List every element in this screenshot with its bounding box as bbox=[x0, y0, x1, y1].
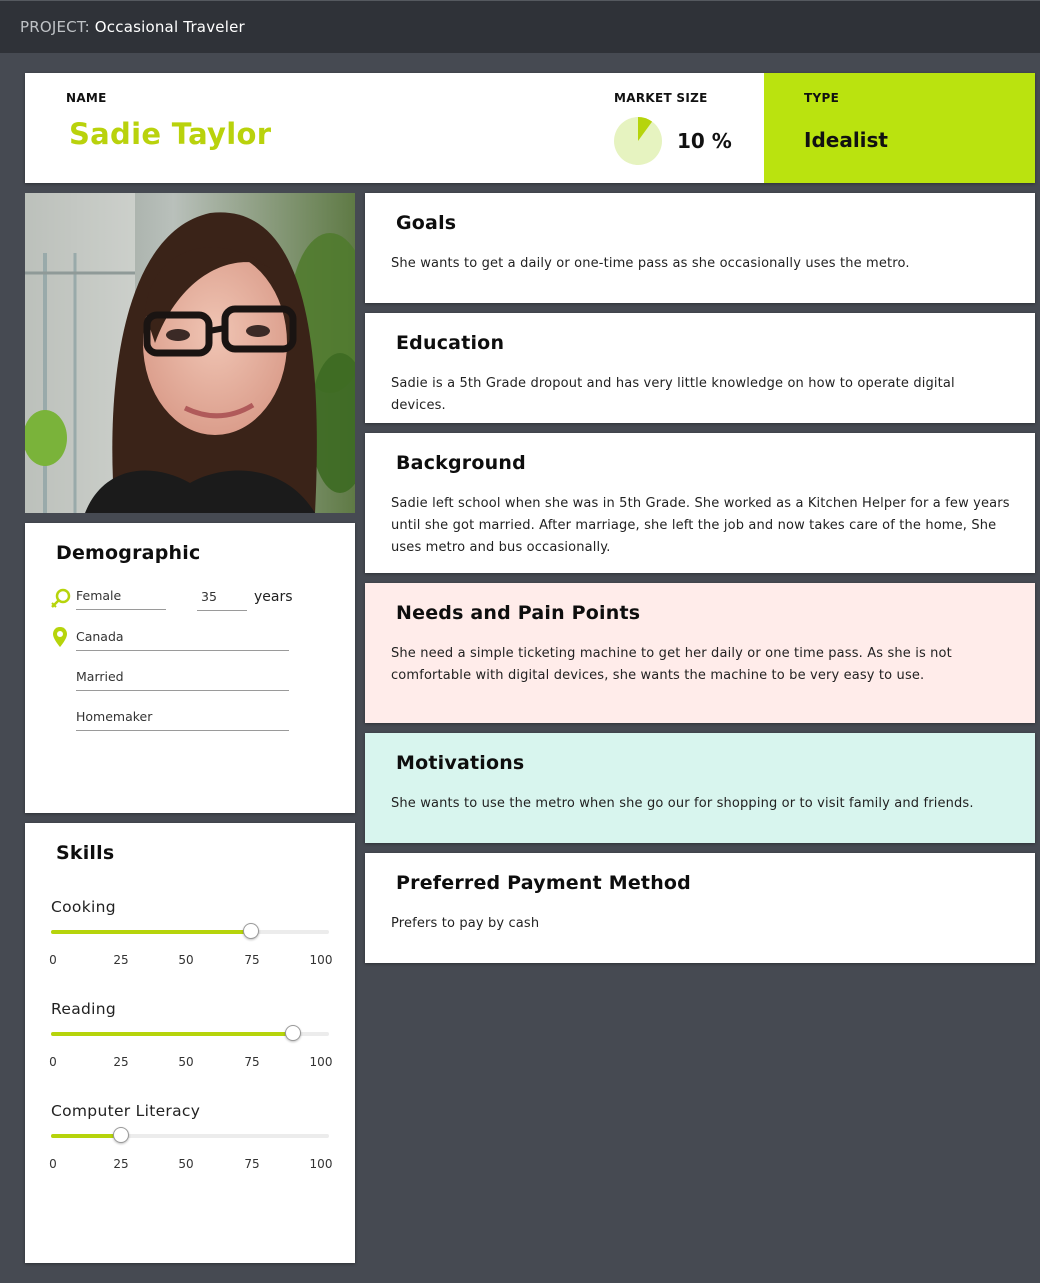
skill-scale-tick: 50 bbox=[178, 1157, 194, 1171]
background-card: Background Sadie left school when she wa… bbox=[365, 433, 1035, 573]
needs-card: Needs and Pain Points She need a simple … bbox=[365, 583, 1035, 723]
skill-label: Computer Literacy bbox=[51, 1102, 201, 1120]
education-text: Sadie is a 5th Grade dropout and has ver… bbox=[391, 376, 955, 413]
skill-slider-fill bbox=[51, 1134, 121, 1138]
skill-label: Reading bbox=[51, 1000, 117, 1018]
skill-slider[interactable] bbox=[51, 1025, 329, 1041]
skill-slider-handle[interactable] bbox=[112, 1127, 129, 1143]
skills-title: Skills bbox=[56, 842, 115, 864]
goals-title: Goals bbox=[396, 212, 457, 234]
project-name: Occasional Traveler bbox=[94, 18, 245, 36]
gender-field[interactable]: Female bbox=[76, 588, 166, 610]
education-card: Education Sadie is a 5th Grade dropout a… bbox=[365, 313, 1035, 423]
payment-title: Preferred Payment Method bbox=[396, 872, 691, 894]
skill-slider-handle[interactable] bbox=[243, 923, 260, 939]
skills-card: Skills Cooking 0 25 50 75 100 Reading 0 25 50 75 10… bbox=[25, 823, 355, 1263]
type-label: TYPE bbox=[804, 91, 840, 105]
skill-scale-tick: 0 bbox=[49, 1055, 57, 1069]
market-size-label: MARKET SIZE bbox=[614, 91, 708, 105]
skill-slider-fill bbox=[51, 930, 252, 934]
map-pin-icon bbox=[52, 626, 68, 652]
needs-title: Needs and Pain Points bbox=[396, 602, 641, 624]
motivations-text: She wants to use the metro when she go o… bbox=[391, 796, 974, 811]
female-male-icon bbox=[50, 588, 72, 614]
payment-text: Prefers to pay by cash bbox=[391, 916, 540, 931]
project-title: PROJECT: Occasional Traveler bbox=[20, 18, 245, 36]
marital-status-field[interactable]: Married bbox=[76, 669, 289, 691]
background-title: Background bbox=[396, 452, 526, 474]
skill-scale-tick: 75 bbox=[244, 1157, 260, 1171]
persona-header-card: NAME Sadie Taylor MARKET SIZE 10 % TYPE … bbox=[25, 73, 1035, 183]
location-field[interactable]: Canada bbox=[76, 629, 289, 651]
skill-slider-handle[interactable] bbox=[284, 1025, 301, 1041]
skill-scale-tick: 100 bbox=[309, 1157, 333, 1171]
education-title: Education bbox=[396, 332, 505, 354]
goals-card: Goals She wants to get a daily or one-ti… bbox=[365, 193, 1035, 303]
skill-scale-tick: 25 bbox=[113, 1055, 129, 1069]
demographic-title: Demographic bbox=[56, 542, 201, 564]
skill-scale-tick: 50 bbox=[178, 1055, 194, 1069]
name-label: NAME bbox=[66, 91, 107, 105]
persona-photo bbox=[25, 193, 355, 513]
skill-scale-tick: 75 bbox=[244, 953, 260, 967]
age-unit-label: years bbox=[254, 589, 293, 605]
skill-slider[interactable] bbox=[51, 1127, 329, 1143]
type-box: TYPE Idealist bbox=[764, 73, 1035, 183]
skill-scale-tick: 25 bbox=[113, 953, 129, 967]
portrait-image bbox=[25, 193, 355, 513]
market-size-value: 10 % bbox=[677, 129, 732, 153]
type-value: Idealist bbox=[804, 128, 888, 152]
project-prefix: PROJECT: bbox=[20, 18, 90, 36]
demographic-card: Demographic Female 35 years Canada Marri… bbox=[25, 523, 355, 813]
age-field[interactable]: 35 bbox=[197, 589, 247, 611]
payment-card: Preferred Payment Method Prefers to pay … bbox=[365, 853, 1035, 963]
motivations-title: Motivations bbox=[396, 752, 525, 774]
occupation-field[interactable]: Homemaker bbox=[76, 709, 289, 731]
skill-slider-fill bbox=[51, 1032, 293, 1036]
motivations-card: Motivations She wants to use the metro w… bbox=[365, 733, 1035, 843]
goals-text: She wants to get a daily or one-time pas… bbox=[391, 256, 910, 271]
needs-text: She need a simple ticketing machine to g… bbox=[391, 646, 952, 683]
market-size-pie-chart bbox=[614, 117, 662, 165]
skill-scale-tick: 100 bbox=[309, 1055, 333, 1069]
top-bar: PROJECT: Occasional Traveler bbox=[0, 0, 1040, 53]
persona-name: Sadie Taylor bbox=[69, 117, 272, 151]
skill-scale-tick: 25 bbox=[113, 1157, 129, 1171]
skill-scale-tick: 100 bbox=[309, 953, 333, 967]
skill-scale-tick: 50 bbox=[178, 953, 194, 967]
skill-scale-tick: 0 bbox=[49, 953, 57, 967]
skill-label: Cooking bbox=[51, 898, 116, 916]
background-text: Sadie left school when she was in 5th Gr… bbox=[391, 496, 1010, 555]
skill-scale-tick: 75 bbox=[244, 1055, 260, 1069]
skill-scale-tick: 0 bbox=[49, 1157, 57, 1171]
skill-slider[interactable] bbox=[51, 923, 329, 939]
